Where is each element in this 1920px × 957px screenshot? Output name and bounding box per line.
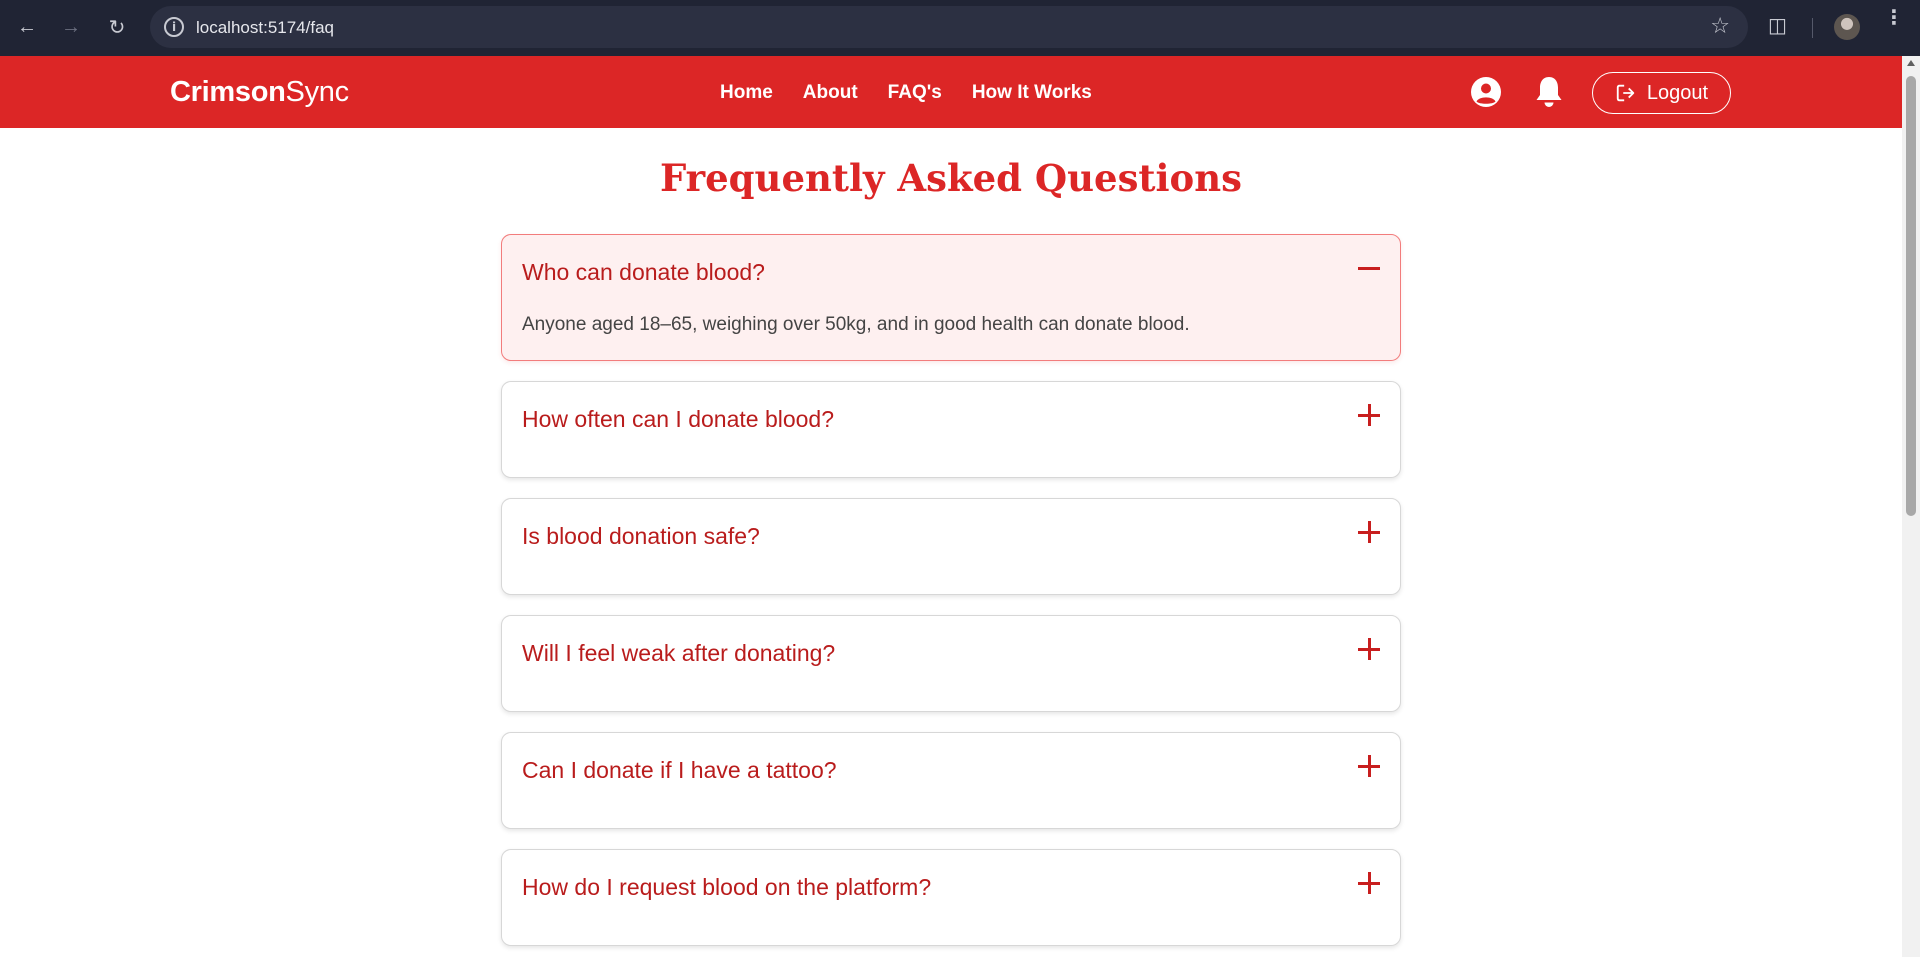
user-profile-icon[interactable] — [1470, 76, 1502, 108]
plus-icon[interactable] — [1358, 755, 1380, 777]
faq-item[interactable]: Can I donate if I have a tattoo? — [501, 732, 1401, 829]
faq-item[interactable]: How do I request blood on the platform? — [501, 849, 1401, 946]
toolbar-separator — [1812, 18, 1813, 38]
faq-item[interactable]: Will I feel weak after donating? — [501, 615, 1401, 712]
reload-icon[interactable]: ↻ — [102, 12, 132, 42]
faq-question[interactable]: Will I feel weak after donating? — [522, 640, 835, 667]
forward-icon[interactable]: → — [56, 12, 86, 42]
brand-bold: Crimson — [170, 76, 286, 108]
bookmark-star-icon[interactable]: ☆ — [1710, 14, 1730, 39]
nav-home[interactable]: Home — [720, 82, 773, 104]
main-nav: Home About FAQ's How It Works — [720, 82, 1092, 104]
scroll-up-arrow-icon[interactable] — [1907, 60, 1915, 66]
page-title: Frequently Asked Questions — [660, 156, 1242, 200]
faq-question[interactable]: How do I request blood on the platform? — [522, 874, 931, 901]
plus-icon[interactable] — [1358, 404, 1380, 426]
nav-how-it-works[interactable]: How It Works — [972, 82, 1092, 104]
plus-icon[interactable] — [1358, 872, 1380, 894]
brand-logo[interactable]: CrimsonSync — [170, 76, 349, 109]
faq-item[interactable]: Is blood donation safe? — [501, 498, 1401, 595]
profile-avatar[interactable] — [1834, 14, 1860, 40]
site-header: CrimsonSync Home About FAQ's How It Work… — [0, 56, 1902, 128]
page-scrollbar[interactable] — [1902, 56, 1920, 957]
minus-icon[interactable] — [1358, 257, 1380, 279]
faq-item[interactable]: How often can I donate blood? — [501, 381, 1401, 478]
faq-question[interactable]: How often can I donate blood? — [522, 406, 834, 433]
browser-menu-icon[interactable]: ⋮ — [1884, 7, 1904, 27]
nav-about[interactable]: About — [803, 82, 858, 104]
logout-icon — [1616, 84, 1635, 102]
faq-item[interactable]: Who can donate blood? Anyone aged 18–65,… — [501, 234, 1401, 361]
plus-icon[interactable] — [1358, 638, 1380, 660]
faq-question[interactable]: Can I donate if I have a tattoo? — [522, 757, 837, 784]
browser-toolbar: ← → ↻ i localhost:5174/faq ☆ ◫ ⋮ — [0, 0, 1920, 56]
nav-faqs[interactable]: FAQ's — [888, 82, 942, 104]
plus-icon[interactable] — [1358, 521, 1380, 543]
brand-light: Sync — [285, 76, 350, 108]
site-info-icon[interactable]: i — [164, 17, 184, 37]
logout-button[interactable]: Logout — [1592, 72, 1731, 114]
faq-question[interactable]: Is blood donation safe? — [522, 523, 760, 550]
faq-answer: Anyone aged 18–65, weighing over 50kg, a… — [522, 314, 1190, 335]
address-bar[interactable]: i localhost:5174/faq ☆ — [150, 6, 1748, 48]
back-icon[interactable]: ← — [12, 12, 42, 42]
address-url[interactable]: localhost:5174/faq — [196, 18, 334, 38]
scrollbar-thumb[interactable] — [1906, 76, 1916, 516]
notification-bell-icon[interactable] — [1533, 74, 1565, 110]
faq-question[interactable]: Who can donate blood? — [522, 259, 765, 286]
extensions-icon[interactable]: ◫ — [1768, 13, 1792, 39]
logout-label: Logout — [1646, 81, 1709, 104]
